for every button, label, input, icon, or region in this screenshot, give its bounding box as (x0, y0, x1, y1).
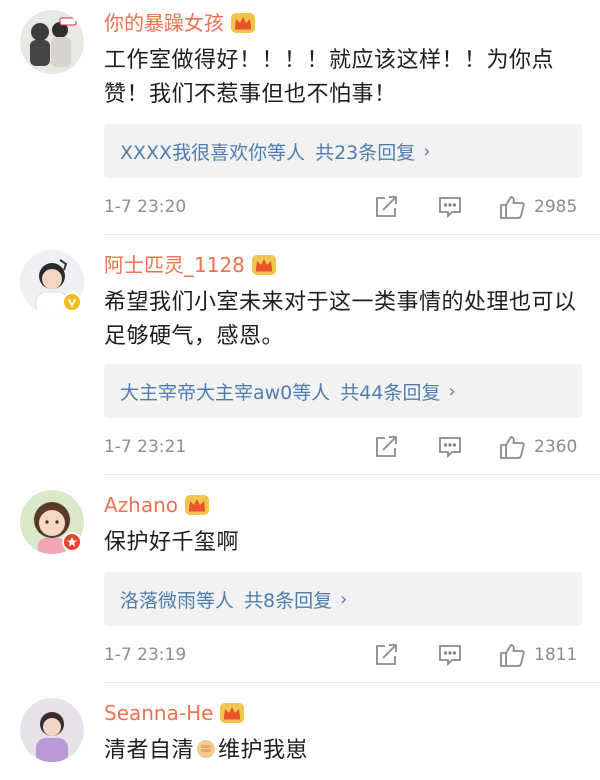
chevron-right-icon: › (423, 140, 431, 162)
fist-emoji-icon (196, 736, 216, 758)
crown-badge-icon (251, 254, 277, 276)
like-count: 2360 (534, 437, 578, 457)
crown-badge-icon (184, 494, 210, 516)
reply-count[interactable]: 共23条回复 (315, 138, 415, 165)
chevron-right-icon: › (340, 588, 348, 610)
username[interactable]: 你的暴躁女孩 (104, 10, 256, 36)
comment-text: 希望我们小室未来对于这一类事情的处理也可以足够硬气，感恩。 (104, 290, 577, 349)
verified-badge-icon (62, 532, 82, 552)
thumbs-up-icon[interactable] (498, 433, 526, 461)
reply-preview[interactable]: 洛落微雨等人 共8条回复 › (104, 572, 582, 626)
crown-badge-icon (219, 702, 245, 724)
username[interactable]: Azhano (104, 492, 210, 518)
thumbs-up-icon[interactable] (498, 193, 526, 221)
avatar[interactable] (20, 698, 84, 762)
comment-icon[interactable] (436, 193, 464, 221)
chevron-right-icon: › (448, 380, 456, 402)
username[interactable]: Seanna-He (104, 700, 245, 726)
comment-text: 保护好千玺啊 (104, 530, 240, 555)
like-count: 1811 (534, 645, 578, 665)
reply-users[interactable]: 洛落微雨等人 (120, 586, 234, 613)
reply-count[interactable]: 共8条回复 (244, 586, 332, 613)
like-count: 2985 (534, 197, 578, 217)
comment-meta: 1-7 23:19 1811 (104, 641, 584, 671)
comment-icon[interactable] (436, 641, 464, 669)
divider (104, 474, 600, 475)
reply-preview[interactable]: 大主宰帝大主宰aw0等人 共44条回复 › (104, 364, 582, 418)
username-text[interactable]: Azhano (104, 492, 178, 518)
comment-text: 清者自清 维护我崽 (104, 734, 586, 768)
thumbs-up-icon[interactable] (498, 641, 526, 669)
comment-text: 工作室做得好！！！！就应该这样！！为你点赞！我们不惹事但也不怕事！ (104, 48, 555, 107)
comment-text-part: 清者自清 (104, 738, 195, 763)
comment-meta: 1-7 23:20 2985 (104, 193, 584, 223)
comment-meta: 1-7 23:21 2360 (104, 433, 584, 463)
comment-icon[interactable] (436, 433, 464, 461)
timestamp: 1-7 23:19 (104, 645, 187, 665)
crown-badge-icon (230, 12, 256, 34)
share-icon[interactable] (372, 433, 400, 461)
share-icon[interactable] (372, 193, 400, 221)
avatar[interactable] (20, 10, 84, 74)
reply-users[interactable]: XXXX我很喜欢你等人 (120, 138, 305, 165)
reply-users[interactable]: 大主宰帝大主宰aw0等人 (120, 378, 330, 405)
reply-count[interactable]: 共44条回复 (340, 378, 440, 405)
username-text[interactable]: 你的暴躁女孩 (104, 10, 224, 36)
share-icon[interactable] (372, 641, 400, 669)
timestamp: 1-7 23:20 (104, 197, 187, 217)
divider (104, 682, 600, 683)
comment-text-part: 维护我崽 (218, 738, 309, 763)
timestamp: 1-7 23:21 (104, 437, 187, 457)
verified-badge-icon (62, 292, 82, 312)
username[interactable]: 阿士匹灵_1128 (104, 252, 277, 278)
divider (104, 234, 600, 235)
reply-preview[interactable]: XXXX我很喜欢你等人 共23条回复 › (104, 124, 582, 178)
username-text[interactable]: Seanna-He (104, 700, 213, 726)
username-text[interactable]: 阿士匹灵_1128 (104, 252, 245, 278)
